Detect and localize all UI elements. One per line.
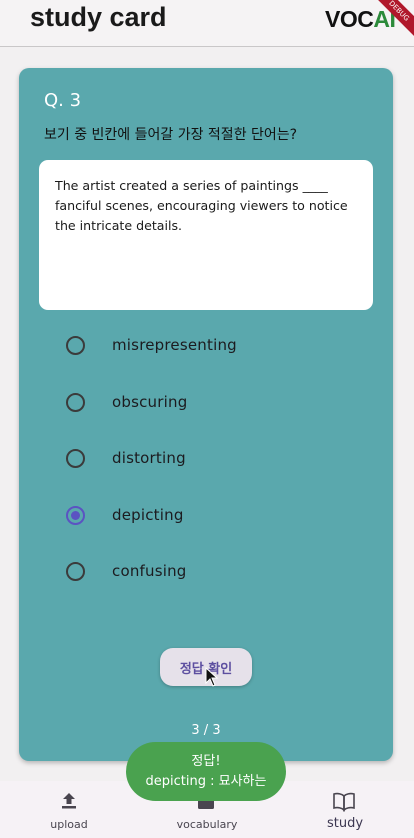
radio-button[interactable]: [66, 562, 85, 581]
book-icon: [333, 792, 355, 812]
radio-button-selected[interactable]: [66, 506, 85, 525]
upload-icon: [62, 793, 76, 809]
option-misrepresenting[interactable]: misrepresenting: [19, 326, 393, 366]
app-title: study card: [30, 2, 167, 32]
study-card: Q. 3 보기 중 빈칸에 들어갈 가장 적절한 단어는? The artist…: [19, 68, 393, 761]
question-prompt: 보기 중 빈칸에 들어갈 가장 적절한 단어는?: [44, 127, 298, 143]
toast-result: 정답!: [191, 754, 221, 769]
option-label: misrepresenting: [112, 336, 237, 354]
option-label: distorting: [112, 449, 186, 467]
option-label: confusing: [112, 562, 187, 580]
radio-button[interactable]: [66, 336, 85, 355]
question-number: Q. 3: [44, 90, 82, 111]
toast-meaning: depicting : 묘사하는: [145, 774, 267, 789]
app-bar: study card VOCAI DEBUG: [0, 0, 414, 47]
option-label: depicting: [112, 506, 184, 524]
radio-button[interactable]: [66, 449, 85, 468]
question-sentence: The artist created a series of paintings…: [39, 160, 373, 310]
option-distorting[interactable]: distorting: [19, 439, 393, 479]
nav-study-label: study: [326, 816, 364, 831]
option-label: obscuring: [112, 393, 188, 411]
option-depicting[interactable]: depicting: [19, 496, 393, 536]
logo-voc-text: VOC: [325, 6, 374, 32]
mouse-cursor-icon: [205, 667, 219, 687]
vocai-logo: VOCAI: [325, 6, 396, 33]
nav-study[interactable]: study: [276, 781, 414, 838]
answer-toast: 정답! depicting : 묘사하는: [126, 742, 286, 801]
nav-upload[interactable]: upload: [0, 781, 138, 838]
radio-button[interactable]: [66, 393, 85, 412]
nav-vocabulary-label: vocabulary: [176, 818, 238, 831]
option-confusing[interactable]: confusing: [19, 552, 393, 592]
progress-indicator: 3 / 3: [191, 723, 221, 738]
nav-upload-label: upload: [50, 818, 88, 831]
option-obscuring[interactable]: obscuring: [19, 383, 393, 423]
